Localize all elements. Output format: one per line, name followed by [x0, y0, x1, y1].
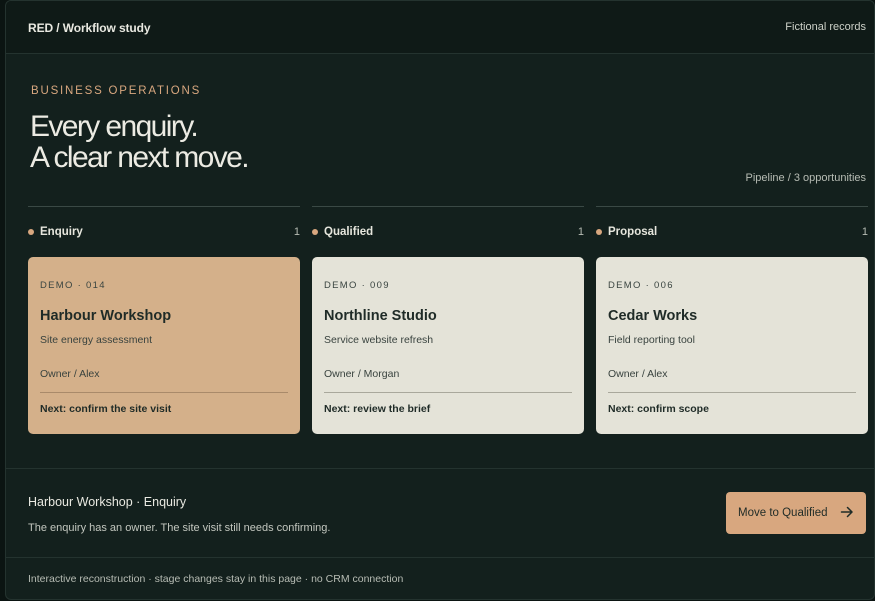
- card-divider: [40, 392, 288, 393]
- footer-note: Interactive reconstruction · stage chang…: [28, 573, 404, 585]
- pipeline-summary: Pipeline / 3 opportunities: [745, 172, 866, 184]
- move-button-label: Move to Qualified: [738, 507, 828, 519]
- card-divider: [608, 392, 856, 393]
- opportunity-card-cedar-works[interactable]: DEMO · 006 Cedar Works Field reporting t…: [596, 257, 868, 434]
- column-qualified: Qualified 1 DEMO · 009 Northline Studio …: [312, 206, 584, 434]
- headline-line-1: Every enquiry.: [30, 110, 199, 143]
- card-next-step: Next: confirm scope: [608, 403, 709, 415]
- headline-line-2: A clear next move.: [30, 141, 250, 174]
- card-title: Cedar Works: [608, 308, 698, 324]
- card-title: Harbour Workshop: [40, 308, 172, 324]
- card-subtitle: Service website refresh: [324, 334, 434, 346]
- card-subtitle: Field reporting tool: [608, 334, 695, 346]
- column-count: 1: [577, 226, 584, 238]
- opportunity-card-northline-studio[interactable]: DEMO · 009 Northline Studio Service webs…: [312, 257, 584, 434]
- card-id: DEMO · 006: [608, 280, 674, 291]
- card-id: DEMO · 014: [40, 280, 106, 291]
- section-eyebrow: BUSINESS OPERATIONS: [31, 85, 202, 97]
- card-owner: Owner / Alex: [40, 368, 100, 380]
- card-id: DEMO · 009: [324, 280, 390, 291]
- card-owner: Owner / Morgan: [324, 368, 400, 380]
- column-proposal: Proposal 1 DEMO · 006 Cedar Works Field …: [596, 206, 868, 434]
- column-enquiry: Enquiry 1 DEMO · 014 Harbour Workshop Si…: [28, 206, 300, 434]
- card-owner: Owner / Alex: [608, 368, 668, 380]
- column-title: Qualified: [324, 226, 374, 238]
- card-next-step: Next: confirm the site visit: [40, 403, 172, 415]
- stage-dot-icon: [28, 229, 34, 235]
- arrow-right-icon: [840, 506, 853, 518]
- column-header: Proposal 1: [596, 207, 868, 257]
- card-title: Northline Studio: [324, 308, 437, 324]
- stage-dot-icon: [596, 229, 602, 235]
- detail-title: Harbour Workshop · Enquiry: [28, 495, 187, 509]
- move-to-qualified-button[interactable]: Move to Qualified: [726, 492, 866, 534]
- column-title: Proposal: [608, 226, 658, 238]
- app-window: RED / Workflow study Fictional records B…: [5, 0, 875, 600]
- column-header: Qualified 1: [312, 207, 584, 257]
- column-count: 1: [293, 226, 300, 238]
- top-bar: RED / Workflow study Fictional records: [6, 1, 874, 54]
- selection-detail-panel: Harbour Workshop · Enquiry The enquiry h…: [6, 468, 874, 558]
- opportunity-card-harbour-workshop[interactable]: DEMO · 014 Harbour Workshop Site energy …: [28, 257, 300, 434]
- page-headline: Every enquiry. A clear next move.: [30, 110, 250, 174]
- card-divider: [324, 392, 572, 393]
- column-count: 1: [861, 226, 868, 238]
- records-note: Fictional records: [785, 21, 866, 33]
- card-next-step: Next: review the brief: [324, 403, 431, 415]
- stage-dot-icon: [312, 229, 318, 235]
- column-title: Enquiry: [40, 226, 83, 238]
- card-subtitle: Site energy assessment: [40, 334, 153, 346]
- detail-text: The enquiry has an owner. The site visit…: [28, 522, 331, 534]
- brand-title: RED / Workflow study: [28, 21, 151, 35]
- column-header: Enquiry 1: [28, 207, 300, 257]
